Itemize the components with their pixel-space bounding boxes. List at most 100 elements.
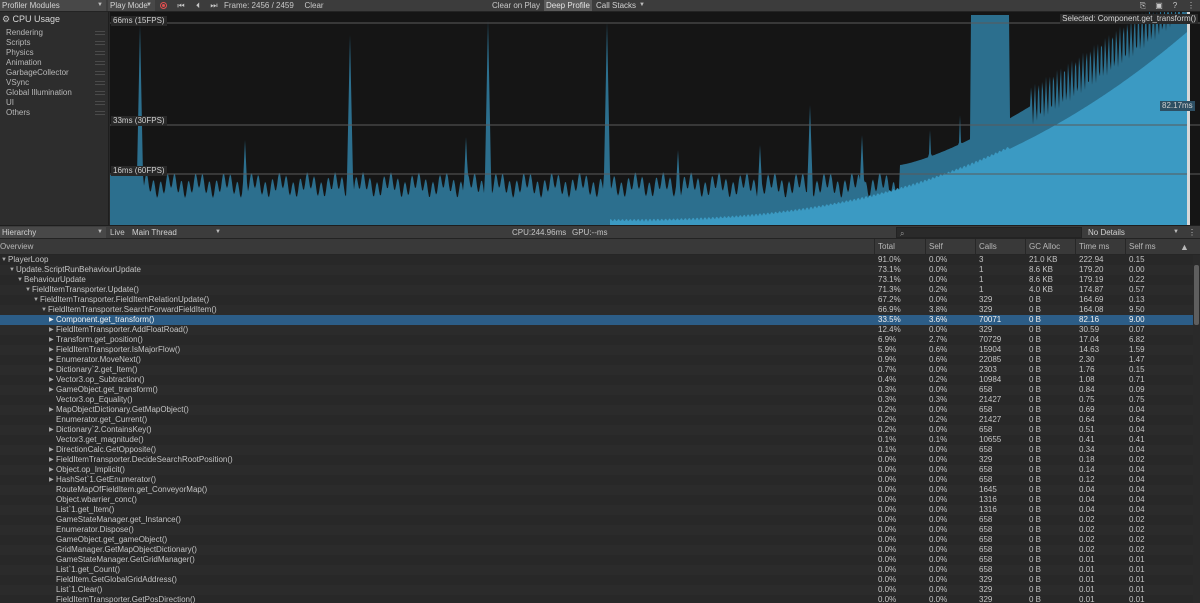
table-row[interactable]: List`1.get_Count() 0.0% 0.0% 658 0 B 0.01 0.01 (0, 565, 1193, 575)
clear-on-play-button[interactable]: Clear on Play (490, 0, 542, 11)
column-time-ms[interactable]: Time ms (1079, 239, 1109, 255)
expand-icon[interactable]: ▶ (49, 475, 54, 485)
table-row[interactable]: GridManager.GetMapObjectDictionary() 0.0%… (0, 545, 1193, 555)
expand-icon[interactable]: ▶ (49, 375, 54, 385)
column-divider[interactable] (925, 239, 926, 255)
table-row[interactable]: Vector3.op_Equality() 0.3% 0.3% 21427 0 B 0.7… (0, 395, 1193, 405)
save-icon[interactable]: ▣ (1153, 0, 1165, 11)
vertical-scrollbar[interactable] (1193, 255, 1200, 603)
expand-open-icon[interactable]: ▼ (33, 295, 39, 305)
table-row[interactable]: ▶ Dictionary`2.ContainsKey() 0.2% 0.0% 658 0 … (0, 425, 1193, 435)
expand-icon[interactable]: ▶ (49, 345, 54, 355)
table-row[interactable]: Object.wbarrier_conc() 0.0% 0.0% 1316 0 B 0.0… (0, 495, 1193, 505)
record-icon[interactable] (160, 2, 167, 9)
details-dropdown[interactable]: No Details ▼ (1086, 227, 1182, 238)
table-row[interactable]: ▶ Vector3.op_Subtraction() 0.4% 0.2% 10984 0 … (0, 375, 1193, 385)
column-total[interactable]: Total (878, 239, 895, 255)
live-toggle[interactable]: Live (110, 227, 125, 238)
expand-icon[interactable]: ▶ (49, 325, 54, 335)
table-row[interactable]: ▼ FieldItemTransporter.FieldItemRelationU… (0, 295, 1193, 305)
more-options-icon[interactable]: ⋮ (1186, 227, 1198, 238)
module-item-others[interactable]: Others (6, 108, 30, 118)
table-row[interactable]: RouteMapOfFieldItem.get_ConveyorMap() 0.0… (0, 485, 1193, 495)
module-item-garbage-collector[interactable]: GarbageCollector (6, 68, 69, 78)
expand-icon[interactable]: ▶ (49, 455, 54, 465)
previous-frame-icon[interactable]: ⏴ (192, 0, 204, 11)
cpu-usage-module[interactable]: ⚙ CPU Usage (2, 14, 60, 25)
expand-icon[interactable]: ▶ (49, 405, 54, 415)
search-input[interactable]: ⌕ (896, 227, 1082, 238)
play-mode-dropdown[interactable]: Play Mode ▼ (108, 0, 155, 11)
column-divider[interactable] (1125, 239, 1126, 255)
deep-profile-button[interactable]: Deep Profile (544, 0, 592, 11)
call-stacks-dropdown[interactable]: Call Stacks ▼ (594, 0, 648, 11)
table-row[interactable]: GameStateManager.GetGridManager() 0.0% 0.0… (0, 555, 1193, 565)
table-row[interactable]: ▼ Update.ScriptRunBehaviourUpdate 73.1% 0.0… (0, 265, 1193, 275)
module-item-scripts[interactable]: Scripts (6, 38, 30, 48)
sort-up-icon[interactable]: ▲ (1180, 239, 1189, 255)
expand-open-icon[interactable]: ▼ (1, 255, 7, 265)
column-self[interactable]: Self (929, 239, 943, 255)
expand-icon[interactable]: ▶ (49, 315, 54, 325)
expand-open-icon[interactable]: ▼ (17, 275, 23, 285)
table-row[interactable]: ▶ DirectionCalc.GetOpposite() 0.1% 0.0% 658 0… (0, 445, 1193, 455)
table-row[interactable]: FieldItem.GetGlobalGridAddress() 0.0% 0.0%… (0, 575, 1193, 585)
table-row[interactable]: ▶ Dictionary`2.get_Item() 0.7% 0.0% 2303 0 B 1… (0, 365, 1193, 375)
module-item-physics[interactable]: Physics (6, 48, 34, 58)
table-row[interactable]: ▶ MapObjectDictionary.GetMapObject() 0.2% 0… (0, 405, 1193, 415)
expand-open-icon[interactable]: ▼ (25, 285, 31, 295)
table-row[interactable]: GameStateManager.get_Instance() 0.0% 0.0% 6… (0, 515, 1193, 525)
expand-open-icon[interactable]: ▼ (41, 305, 47, 315)
view-type-dropdown[interactable]: Hierarchy ▼ (0, 227, 106, 238)
table-row[interactable]: ▼ PlayerLoop 91.0% 0.0% 3 21.0 KB 222.94 0.15 (0, 255, 1193, 265)
expand-open-icon[interactable]: ▼ (9, 265, 15, 275)
clear-button[interactable]: Clear (301, 0, 327, 11)
table-row[interactable]: ▶ GameObject.get_transform() 0.3% 0.0% 658 0 … (0, 385, 1193, 395)
expand-icon[interactable]: ▶ (49, 465, 54, 475)
column-divider[interactable] (975, 239, 976, 255)
table-row[interactable]: ▶ Object.op_Implicit() 0.0% 0.0% 658 0 B 0.14 0… (0, 465, 1193, 475)
table-row[interactable]: ▼ BehaviourUpdate 73.1% 0.0% 1 8.6 KB 179.19 0.… (0, 275, 1193, 285)
column-overview[interactable]: Overview (0, 239, 33, 255)
table-row[interactable]: ▼ FieldItemTransporter.SearchForwardField… (0, 305, 1193, 315)
table-row[interactable]: ▶ Component.get_transform() 33.5% 3.6% 70071… (0, 315, 1193, 325)
table-row[interactable]: ▶ Enumerator.MoveNext() 0.9% 0.6% 22085 0 B 2.… (0, 355, 1193, 365)
expand-icon[interactable]: ▶ (49, 425, 54, 435)
help-icon[interactable]: ? (1169, 0, 1181, 11)
profiler-modules-dropdown[interactable]: Profiler Modules ▼ (0, 0, 106, 11)
table-row[interactable]: Vector3.get_magnitude() 0.1% 0.1% 10655 0 B 0… (0, 435, 1193, 445)
table-row[interactable]: List`1.get_Item() 0.0% 0.0% 1316 0 B 0.04 0.04 (0, 505, 1193, 515)
column-calls[interactable]: Calls (979, 239, 997, 255)
expand-icon[interactable]: ▶ (49, 445, 54, 455)
more-options-icon[interactable]: ⋮ (1185, 0, 1197, 11)
expand-icon[interactable]: ▶ (49, 335, 54, 345)
table-row[interactable]: ▶ HashSet`1.GetEnumerator() 0.0% 0.0% 658 0 B… (0, 475, 1193, 485)
table-row[interactable]: ▶ FieldItemTransporter.IsMajorFlow() 5.9% 0… (0, 345, 1193, 355)
module-item-ui[interactable]: UI (6, 98, 14, 108)
expand-icon[interactable]: ▶ (49, 385, 54, 395)
column-divider[interactable] (1075, 239, 1076, 255)
table-row[interactable]: Enumerator.get_Current() 0.2% 0.2% 21427 0 B… (0, 415, 1193, 425)
expand-icon[interactable]: ▶ (49, 355, 54, 365)
last-frame-icon[interactable]: ⏭ (208, 0, 220, 11)
table-row[interactable]: FieldItemTransporter.GetPosDirection() 0.… (0, 595, 1193, 603)
table-row[interactable]: Enumerator.Dispose() 0.0% 0.0% 658 0 B 0.02 0.… (0, 525, 1193, 535)
thread-dropdown[interactable]: Main Thread ▼ (130, 227, 224, 238)
column-divider[interactable] (1025, 239, 1026, 255)
module-item-vsync[interactable]: VSync (6, 78, 29, 88)
expand-icon[interactable]: ▶ (49, 365, 54, 375)
cpu-usage-chart[interactable]: 66ms (15FPS) 33ms (30FPS) 16ms (60FPS) S… (110, 12, 1200, 225)
table-row[interactable]: List`1.Clear() 0.0% 0.0% 329 0 B 0.01 0.01 (0, 585, 1193, 595)
load-icon[interactable]: ⎘ (1137, 0, 1149, 11)
scrollbar-thumb[interactable] (1194, 265, 1199, 325)
module-item-animation[interactable]: Animation (6, 58, 42, 68)
first-frame-icon[interactable]: ⏮ (175, 0, 187, 11)
table-row[interactable]: ▼ FieldItemTransporter.Update() 71.3% 0.2% 1… (0, 285, 1193, 295)
current-frame-marker[interactable] (1187, 12, 1190, 225)
module-item-rendering[interactable]: Rendering (6, 28, 43, 38)
column-self-ms[interactable]: Self ms (1129, 239, 1156, 255)
table-row[interactable]: ▶ Transform.get_position() 6.9% 2.7% 70729 0 … (0, 335, 1193, 345)
module-item-global-illumination[interactable]: Global Illumination (6, 88, 72, 98)
table-row[interactable]: GameObject.get_gameObject() 0.0% 0.0% 658 0 … (0, 535, 1193, 545)
column-gc-alloc[interactable]: GC Alloc (1029, 239, 1060, 255)
